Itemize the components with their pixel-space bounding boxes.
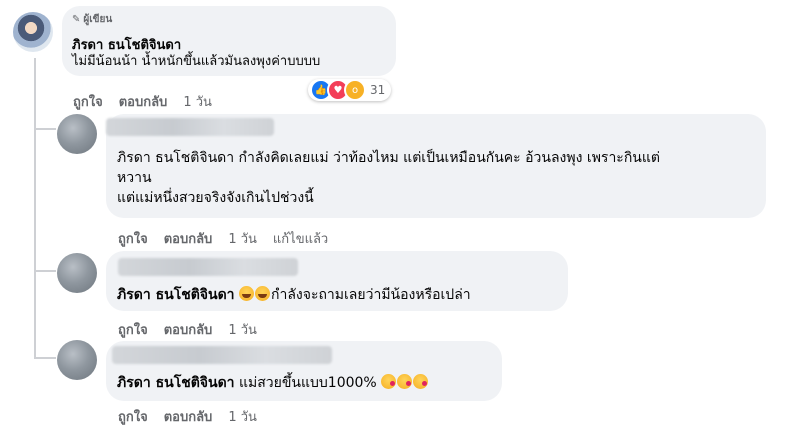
pencil-icon: ✎ bbox=[72, 14, 81, 25]
reply-text-line2: หวาน bbox=[117, 170, 152, 186]
edited-label[interactable]: แก้ไขแล้ว bbox=[273, 228, 328, 249]
timestamp[interactable]: 1 วัน bbox=[183, 91, 212, 112]
timestamp[interactable]: 1 วัน bbox=[228, 319, 257, 340]
mention-link[interactable]: ภิรดา ธนโชติจินดา bbox=[117, 375, 235, 391]
comment-actions: ถูกใจ ตอบกลับ 1 วัน bbox=[73, 91, 212, 112]
kiss-emoji bbox=[397, 374, 413, 389]
reply-text-line1: กำลังคิดเลยแม่ ว่าท้องไหม แต่เป็นเหมือนก… bbox=[234, 150, 660, 166]
avatar[interactable] bbox=[57, 253, 97, 293]
blurred-author-name bbox=[118, 258, 298, 276]
avatar[interactable] bbox=[13, 12, 53, 52]
kiss-emoji bbox=[413, 374, 429, 389]
reply-text: ภิรดา ธนโชติจินดา แม่สวยขึ้นแบบ1000% bbox=[117, 373, 429, 393]
reply-link[interactable]: ตอบกลับ bbox=[164, 228, 213, 249]
like-link[interactable]: ถูกใจ bbox=[73, 91, 103, 112]
reply-link[interactable]: ตอบกลับ bbox=[119, 91, 168, 112]
reaction-count: 31 bbox=[370, 83, 386, 97]
timestamp[interactable]: 1 วัน bbox=[228, 228, 257, 249]
thread-line-branch-1 bbox=[34, 128, 56, 130]
reply-text-body: กำลังจะถามเลยว่ามีน้องหรือเปล่า bbox=[270, 287, 471, 303]
reply-link[interactable]: ตอบกลับ bbox=[164, 319, 213, 340]
kiss-emoji bbox=[381, 374, 397, 389]
mention-link[interactable]: ภิรดา ธนโชติจินดา bbox=[117, 150, 234, 166]
reaction-summary[interactable]: 👍 ♥ o 31 bbox=[308, 79, 392, 101]
reply-text-body: แม่สวยขึ้นแบบ1000% bbox=[234, 375, 382, 391]
blurred-author-name bbox=[106, 118, 274, 136]
reply-actions: ถูกใจ ตอบกลับ 1 วัน bbox=[118, 319, 257, 340]
like-link[interactable]: ถูกใจ bbox=[118, 406, 148, 427]
reply-link[interactable]: ตอบกลับ bbox=[164, 406, 213, 427]
timestamp[interactable]: 1 วัน bbox=[228, 406, 257, 427]
reply-text-line3: แต่แม่หนึ่งสวยจริงจังเกินไปช่วงนี้ bbox=[117, 190, 314, 206]
like-link[interactable]: ถูกใจ bbox=[118, 319, 148, 340]
reply-actions: ถูกใจ ตอบกลับ 1 วัน แก้ไขแล้ว bbox=[118, 228, 328, 249]
reply-text: ภิรดา ธนโชติจินดา กำลังจะถามเลยว่ามีน้อง… bbox=[117, 285, 471, 305]
avatar[interactable] bbox=[57, 114, 97, 154]
avatar[interactable] bbox=[57, 340, 97, 380]
laughing-emoji bbox=[254, 286, 270, 301]
reply-text: ภิรดา ธนโชติจินดา กำลังคิดเลยแม่ ว่าท้อง… bbox=[117, 148, 757, 208]
thread-line-vertical bbox=[34, 58, 36, 358]
mention-link[interactable]: ภิรดา ธนโชติจินดา bbox=[117, 287, 235, 303]
laughing-emoji bbox=[238, 286, 254, 301]
blurred-author-name bbox=[112, 346, 332, 364]
thread-line-branch-3 bbox=[34, 357, 56, 359]
reply-actions: ถูกใจ ตอบกลับ 1 วัน bbox=[118, 406, 257, 427]
like-link[interactable]: ถูกใจ bbox=[118, 228, 148, 249]
comment-text: ไม่มีน้อนน้า น้ำหนักขึ้นแล้วมันลงพุงค่าบ… bbox=[72, 54, 321, 69]
thread-line-branch-2 bbox=[34, 270, 56, 272]
wow-icon: o bbox=[344, 79, 366, 101]
author-badge: ✎ ผู้เขียน bbox=[72, 12, 112, 27]
author-badge-label: ผู้เขียน bbox=[83, 14, 113, 25]
